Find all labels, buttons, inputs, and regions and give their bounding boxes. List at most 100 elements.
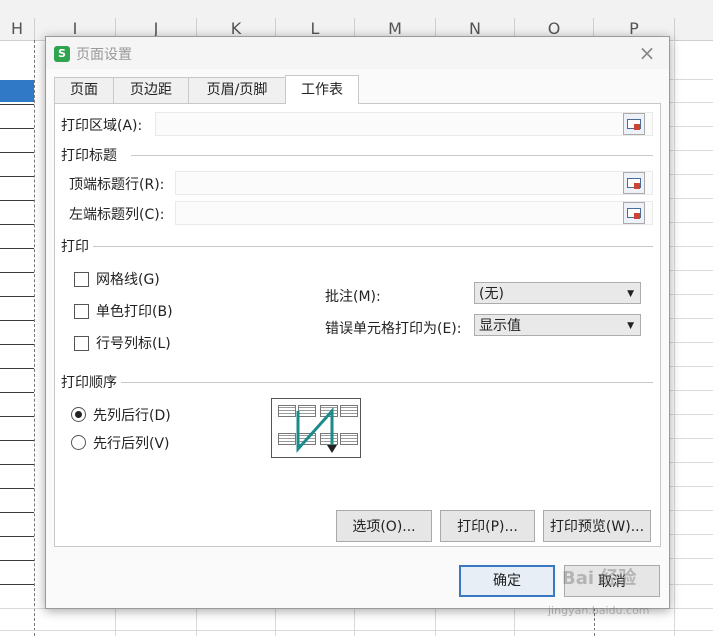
- range-picker-icon[interactable]: [623, 202, 645, 224]
- grid-line: [668, 342, 713, 343]
- dropdown-arrow-icon: ▼: [627, 321, 634, 331]
- print-area-label: 打印区域(A):: [61, 118, 143, 134]
- grid-line: [0, 536, 34, 537]
- order-down-radio[interactable]: [71, 407, 86, 422]
- grid-line: [668, 390, 713, 391]
- dropdown-arrow-icon: ▼: [627, 289, 634, 299]
- top-rows-input[interactable]: [175, 171, 653, 195]
- grid-line: [0, 584, 34, 585]
- tab-page[interactable]: 页面: [54, 77, 114, 103]
- grid-line: [0, 296, 34, 297]
- toolbar-strip: [0, 0, 713, 19]
- print-button[interactable]: 打印(P)...: [440, 510, 535, 542]
- grid-line: [0, 200, 34, 201]
- range-picker-icon[interactable]: [623, 113, 645, 135]
- grid-line: [668, 414, 713, 415]
- errors-select[interactable]: 显示值 ▼: [474, 314, 641, 336]
- tab-header-footer[interactable]: 页眉/页脚: [188, 77, 286, 103]
- grid-line: [0, 152, 34, 153]
- grid-line: [0, 272, 34, 273]
- print-area-input[interactable]: [155, 112, 653, 136]
- sheet-tab-panel: 打印区域(A): 打印标题 顶端标题行(R): 左端标题列(C): 打印 网格线…: [54, 103, 661, 547]
- grid-line: [668, 584, 713, 585]
- grid-line: [0, 464, 34, 465]
- grid-line: [668, 270, 713, 271]
- grid-line: [668, 102, 713, 103]
- left-cols-label: 左端标题列(C):: [69, 207, 165, 223]
- grid-line: [668, 222, 713, 223]
- grid-line: [668, 438, 713, 439]
- grid-line: [0, 320, 34, 321]
- grid-line: [0, 248, 34, 249]
- rowcol-label[interactable]: 行号列标(L): [96, 333, 171, 353]
- range-picker-icon[interactable]: [623, 172, 645, 194]
- print-preview-button[interactable]: 打印预览(W)...: [543, 510, 651, 542]
- grid-line: [668, 294, 713, 295]
- app-icon: S: [54, 46, 70, 62]
- grid-line: [668, 150, 713, 151]
- order-over-label[interactable]: 先行后列(V): [93, 433, 170, 453]
- grid-line: [0, 560, 34, 561]
- mono-label[interactable]: 单色打印(B): [96, 301, 173, 321]
- order-arrow-icon: [296, 407, 337, 453]
- print-titles-group: 打印标题: [61, 145, 121, 165]
- grid-line: [674, 40, 675, 636]
- comments-select[interactable]: (无) ▼: [474, 282, 641, 304]
- comments-label: 批注(M):: [325, 289, 381, 305]
- grid-line: [668, 318, 713, 319]
- grid-line: [0, 512, 34, 513]
- gridlines-checkbox[interactable]: [74, 272, 89, 287]
- tab-margins[interactable]: 页边距: [113, 77, 189, 103]
- grid-line: [0, 344, 34, 345]
- errors-value: 显示值: [479, 318, 521, 334]
- grid-line: [668, 126, 713, 127]
- column-header-h[interactable]: H: [0, 18, 35, 41]
- grid-line: [668, 79, 713, 80]
- grid-line: [0, 176, 34, 177]
- grid-line: [668, 198, 713, 199]
- options-button[interactable]: 选项(O)...: [336, 510, 432, 542]
- grid-line: [0, 104, 34, 105]
- grid-line: [668, 510, 713, 511]
- group-divider: [121, 382, 653, 383]
- grid-line: [0, 630, 713, 631]
- grid-line: [668, 366, 713, 367]
- grid-line: [0, 488, 34, 489]
- order-over-radio[interactable]: [71, 435, 86, 450]
- grid-line: [668, 462, 713, 463]
- rowcol-checkbox[interactable]: [74, 336, 89, 351]
- gridlines-label[interactable]: 网格线(G): [96, 269, 160, 289]
- group-divider: [91, 246, 653, 247]
- column-header-next[interactable]: [675, 18, 713, 41]
- print-order-preview-icon: [271, 398, 361, 458]
- left-cols-input[interactable]: [175, 201, 653, 225]
- order-down-label[interactable]: 先列后行(D): [93, 405, 171, 425]
- grid-line: [668, 534, 713, 535]
- print-group: 打印: [61, 236, 93, 256]
- comments-value: (无): [479, 286, 504, 302]
- grid-line: [0, 224, 34, 225]
- grid-line: [668, 246, 713, 247]
- grid-line: [0, 392, 34, 393]
- print-order-group: 打印顺序: [61, 372, 121, 392]
- ok-button[interactable]: 确定: [459, 565, 555, 597]
- grid-line: [668, 558, 713, 559]
- mono-checkbox[interactable]: [74, 304, 89, 319]
- grid-line: [668, 174, 713, 175]
- grid-line: [0, 416, 34, 417]
- watermark-logo: Bai 经验: [562, 568, 637, 589]
- grid-line: [0, 368, 34, 369]
- grid-line: [0, 440, 34, 441]
- page-setup-dialog: S 页面设置 × 页面 页边距 页眉/页脚 工作表 打印区域(A): 打印标题 …: [45, 36, 670, 609]
- selected-cell[interactable]: [0, 80, 34, 102]
- grid-line: [668, 486, 713, 487]
- grid-line: [0, 128, 34, 129]
- page-break-line: [34, 40, 35, 636]
- watermark-url: jingyan.baidu.com: [548, 604, 650, 617]
- tab-sheet[interactable]: 工作表: [285, 75, 359, 104]
- top-rows-label: 顶端标题行(R):: [69, 177, 165, 193]
- close-icon[interactable]: ×: [635, 41, 659, 65]
- dialog-titlebar[interactable]: S 页面设置 ×: [46, 37, 669, 69]
- dialog-title: 页面设置: [76, 47, 132, 63]
- group-divider: [131, 155, 653, 156]
